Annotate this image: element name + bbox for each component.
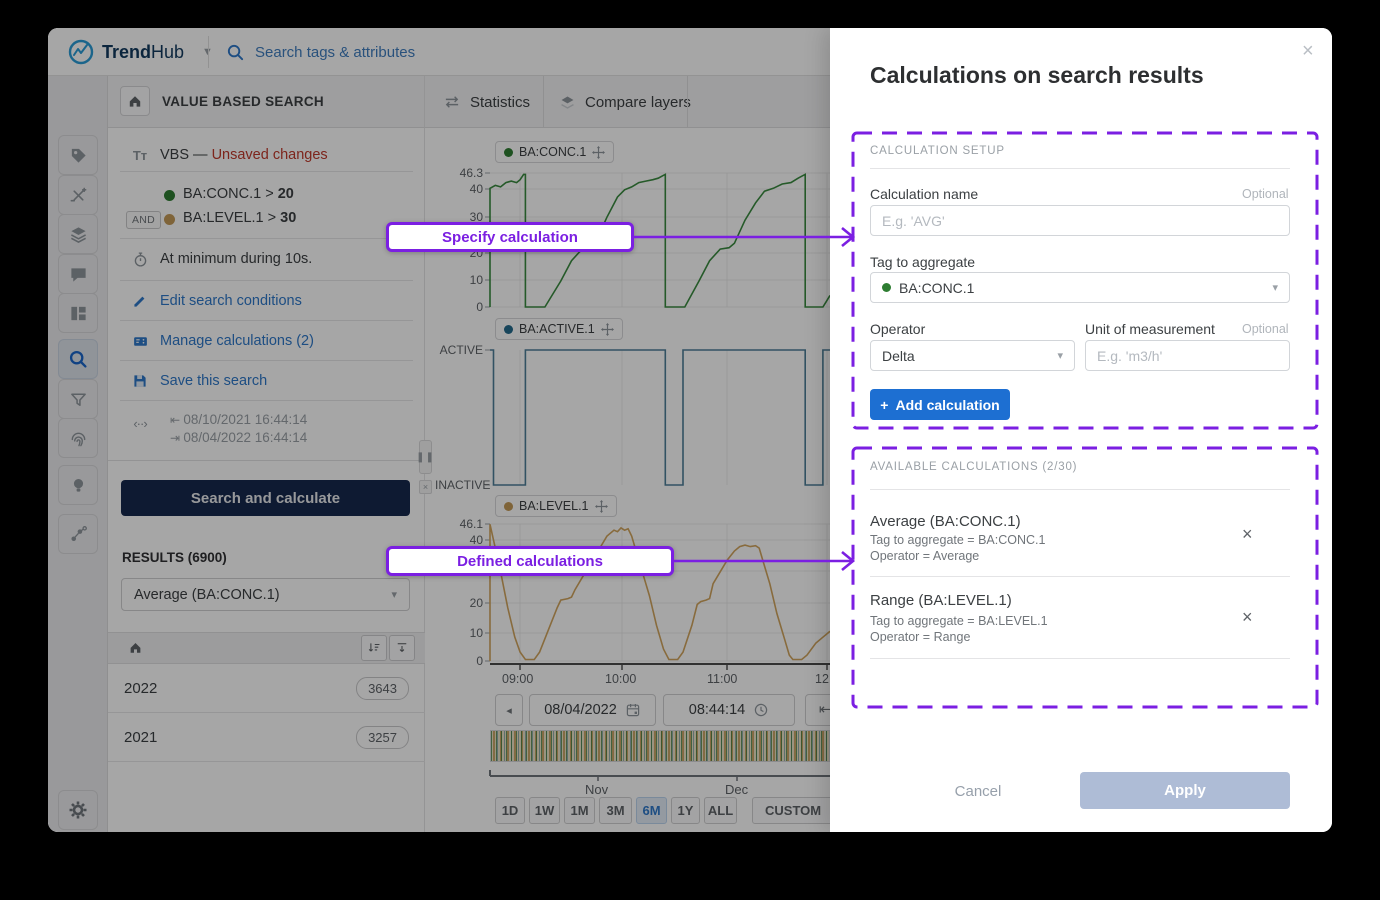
calc-item-line: Operator = Average xyxy=(870,549,979,563)
divider xyxy=(870,658,1290,659)
chevron-down-icon: ▾ xyxy=(1272,281,1278,294)
calc-item-title: Range (BA:LEVEL.1) xyxy=(870,592,1012,609)
apply-button[interactable]: Apply xyxy=(1080,772,1290,809)
tag-aggregate-label: Tag to aggregate xyxy=(870,254,975,270)
calc-item-line: Tag to aggregate = BA:LEVEL.1 xyxy=(870,614,1048,628)
chevron-down-icon: ▾ xyxy=(1057,349,1063,362)
unit-input[interactable] xyxy=(1085,340,1290,371)
cancel-button[interactable]: Cancel xyxy=(938,774,1018,808)
operator-value: Delta xyxy=(882,348,915,364)
add-calculation-label: Add calculation xyxy=(895,397,999,413)
calc-name-input[interactable] xyxy=(870,205,1290,236)
unit-label: Unit of measurement xyxy=(1085,321,1215,337)
divider xyxy=(870,576,1290,577)
setup-section-label: CALCULATION SETUP xyxy=(870,145,1005,157)
operator-select[interactable]: Delta ▾ xyxy=(870,340,1075,371)
available-annotation-box xyxy=(850,445,1320,710)
app-window: TrendHub ▼ xyxy=(48,28,1332,832)
add-calculation-button[interactable]: + Add calculation xyxy=(870,389,1010,420)
tag-color-dot xyxy=(882,283,891,292)
tag-aggregate-select[interactable]: BA:CONC.1 ▾ xyxy=(870,272,1290,303)
tag-aggregate-value: BA:CONC.1 xyxy=(899,280,974,296)
calc-item-line: Tag to aggregate = BA:CONC.1 xyxy=(870,533,1045,547)
calc-item-line: Operator = Range xyxy=(870,630,970,644)
remove-calculation-icon[interactable]: × xyxy=(1242,524,1253,545)
divider xyxy=(870,168,1290,169)
modal-title: Calculations on search results xyxy=(870,62,1204,89)
plus-icon: + xyxy=(880,397,888,413)
calc-name-label: Calculation name xyxy=(870,186,978,202)
modal-dim-overlay xyxy=(48,28,830,832)
close-icon[interactable]: × xyxy=(1302,40,1314,63)
optional-label: Optional xyxy=(1242,187,1289,201)
divider xyxy=(870,489,1290,490)
calculations-modal: × Calculations on search results CALCULA… xyxy=(830,28,1332,832)
calc-item-title: Average (BA:CONC.1) xyxy=(870,513,1021,530)
available-section-label: AVAILABLE CALCULATIONS (2/30) xyxy=(870,461,1077,473)
optional-label: Optional xyxy=(1242,322,1289,336)
remove-calculation-icon[interactable]: × xyxy=(1242,607,1253,628)
operator-label: Operator xyxy=(870,321,925,337)
